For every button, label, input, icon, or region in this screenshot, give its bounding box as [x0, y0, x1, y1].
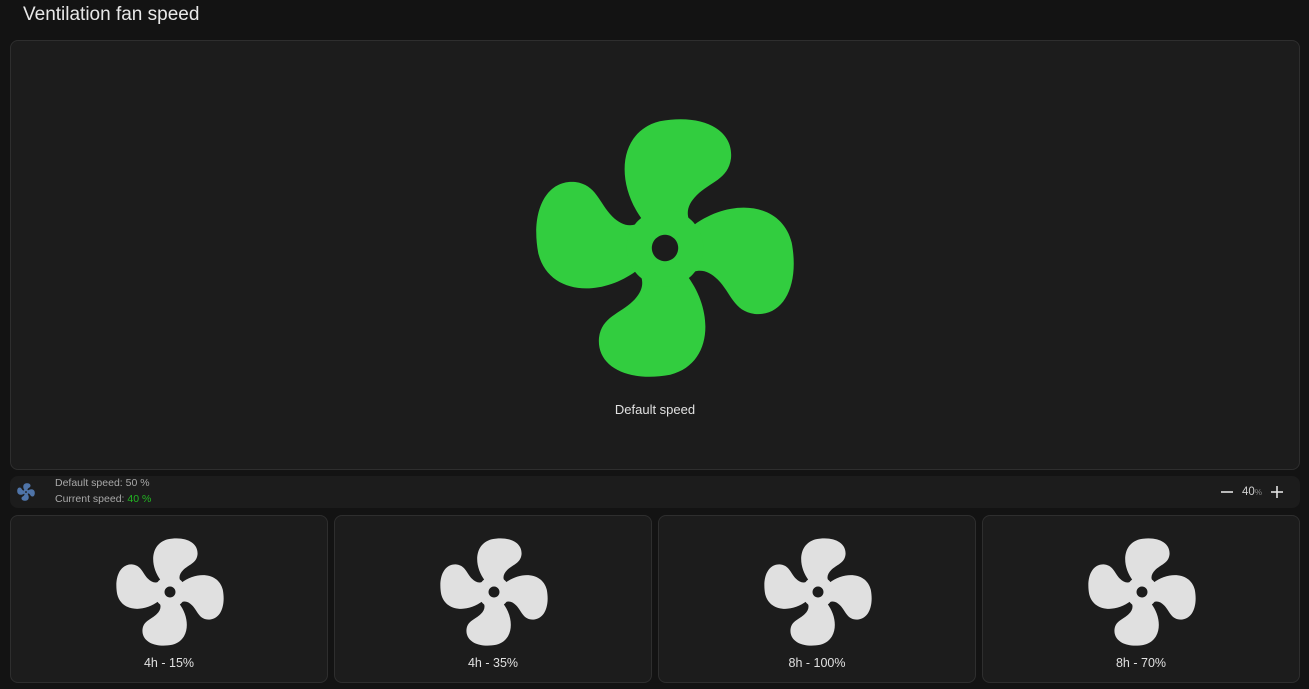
increase-speed-button[interactable] [1266, 481, 1288, 503]
default-speed-info: Default speed: 50 % [55, 477, 150, 489]
preset-button-8h-70[interactable]: 8h - 70% [982, 515, 1300, 683]
fan-status-row: Default speed: 50 % Current speed: 40 % … [10, 476, 1300, 508]
fan-icon [533, 116, 797, 380]
preset-button-4h-35[interactable]: 4h - 35% [334, 515, 652, 683]
fan-icon [1087, 537, 1197, 647]
preset-label: 8h - 70% [1115, 656, 1167, 670]
decrease-speed-button[interactable] [1216, 481, 1238, 503]
preset-label: 4h - 35% [467, 656, 519, 670]
main-fan-card[interactable]: Default speed [10, 40, 1300, 470]
default-speed-value: 50 % [125, 477, 150, 489]
default-speed-label: Default speed: [55, 477, 123, 489]
speed-value: 40 [1242, 486, 1255, 498]
minus-icon [1221, 491, 1233, 493]
speed-unit: % [1254, 488, 1262, 497]
current-speed-value: 40 % [127, 493, 152, 505]
main-fan-label: Default speed [614, 402, 696, 417]
current-speed-label: Current speed: [55, 493, 125, 505]
preset-label: 4h - 15% [143, 656, 195, 670]
fan-icon [763, 537, 873, 647]
current-speed-info: Current speed: 40 % [55, 493, 151, 505]
fan-icon [115, 537, 225, 647]
speed-stepper: 40% [1216, 481, 1288, 503]
preset-button-8h-100[interactable]: 8h - 100% [658, 515, 976, 683]
fan-icon [439, 537, 549, 647]
preset-label: 8h - 100% [788, 656, 846, 670]
page-title: Ventilation fan speed [23, 4, 200, 25]
plus-icon [1271, 486, 1283, 498]
fan-icon[interactable] [17, 483, 35, 501]
preset-button-4h-15[interactable]: 4h - 15% [10, 515, 328, 683]
speed-value-display: 40% [1238, 486, 1266, 498]
